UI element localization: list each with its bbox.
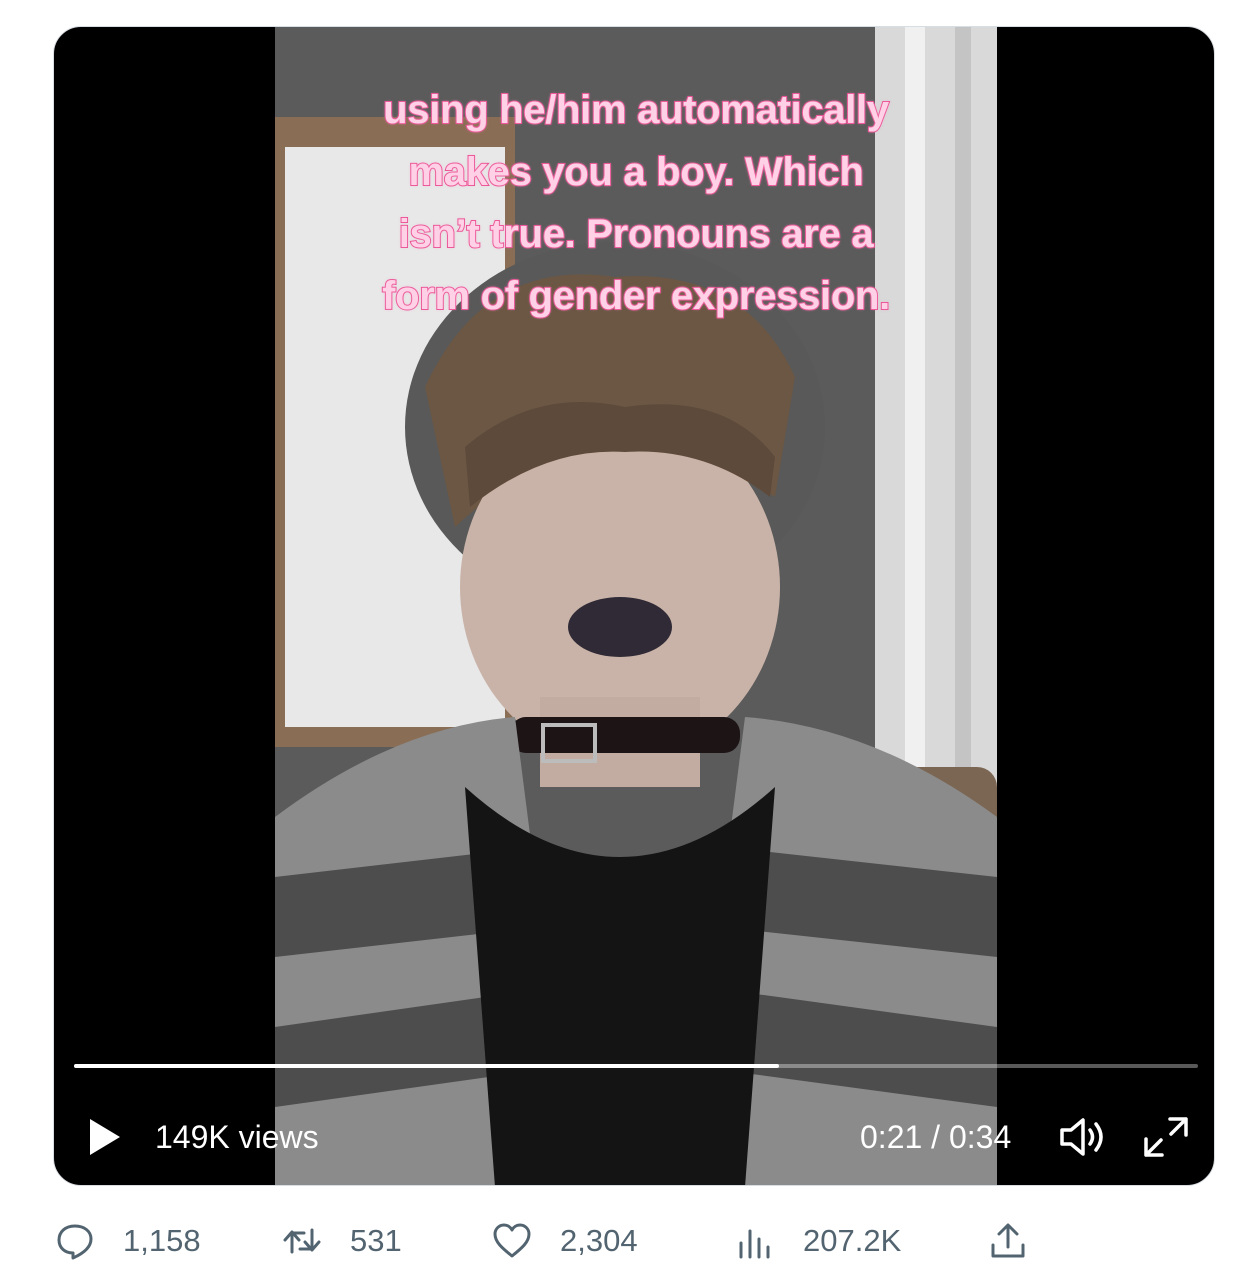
fullscreen-icon bbox=[1144, 1117, 1188, 1157]
reply-button[interactable]: 1,158 bbox=[55, 1210, 205, 1270]
play-button[interactable] bbox=[84, 1115, 124, 1159]
share-icon bbox=[991, 1223, 1025, 1258]
views-count: 207.2K bbox=[803, 1223, 902, 1258]
video-caption: using he/him automatically makes you a b… bbox=[275, 79, 997, 327]
analytics-icon bbox=[739, 1229, 770, 1259]
reply-icon bbox=[57, 1224, 93, 1260]
like-button[interactable]: 2,304 bbox=[492, 1210, 652, 1270]
volume-icon bbox=[1060, 1118, 1103, 1156]
caption-line: makes you a boy. Which bbox=[407, 149, 864, 195]
fullscreen-button[interactable] bbox=[1142, 1115, 1190, 1159]
video-time: 0:21 / 0:34 bbox=[860, 1119, 1012, 1155]
video-progress-fill bbox=[74, 1064, 779, 1068]
like-count: 2,304 bbox=[560, 1223, 638, 1258]
tweet-action-bar: 1,158 531 2,304 207.2K bbox=[0, 1210, 1242, 1270]
video-player[interactable]: using he/him automatically makes you a b… bbox=[53, 26, 1215, 1186]
volume-button[interactable] bbox=[1058, 1115, 1108, 1159]
video-frame[interactable]: using he/him automatically makes you a b… bbox=[275, 27, 997, 1185]
heart-icon bbox=[493, 1223, 531, 1258]
video-view-count: 149K views bbox=[155, 1119, 319, 1155]
video-progress-bar[interactable] bbox=[74, 1064, 1198, 1068]
retweet-count: 531 bbox=[350, 1223, 402, 1258]
retweet-button[interactable]: 531 bbox=[282, 1210, 412, 1270]
play-icon bbox=[90, 1119, 120, 1155]
reply-count: 1,158 bbox=[123, 1223, 201, 1258]
caption-line: isn’t true. Pronouns are a bbox=[398, 211, 875, 257]
share-button[interactable] bbox=[988, 1210, 1032, 1270]
tweet-media-page: using he/him automatically makes you a b… bbox=[0, 0, 1242, 1280]
video-controls: 149K views 0:21 / 0:34 bbox=[54, 1107, 1214, 1167]
caption-line: using he/him automatically bbox=[382, 87, 890, 133]
views-button[interactable]: 207.2K bbox=[735, 1210, 905, 1270]
caption-line: form of gender expression. bbox=[381, 273, 891, 319]
retweet-icon bbox=[283, 1228, 321, 1254]
